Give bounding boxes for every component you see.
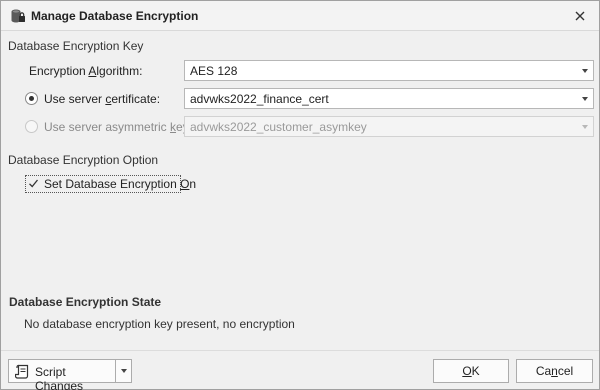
- set-encryption-on-checkbox[interactable]: Set Database Encryption On: [25, 175, 196, 193]
- encryption-state-title: Database Encryption State: [9, 295, 162, 309]
- encryption-state-text: No database encryption key present, no e…: [24, 317, 295, 331]
- footer-divider: [1, 350, 599, 351]
- server-certificate-radio[interactable]: [25, 92, 38, 105]
- close-button[interactable]: [569, 6, 591, 26]
- server-certificate-combo[interactable]: advwks2022_finance_cert: [184, 88, 594, 109]
- server-asymmetric-key-value: advwks2022_customer_asymkey: [190, 120, 367, 134]
- close-icon: [575, 11, 585, 21]
- set-encryption-on-label: Set Database Encryption On: [44, 177, 197, 191]
- encryption-key-section-label: Database Encryption Key: [8, 39, 144, 53]
- server-asymmetric-key-radio[interactable]: [25, 120, 38, 133]
- chevron-down-icon: [120, 369, 127, 373]
- script-document-icon: [15, 364, 29, 379]
- chevron-down-icon: [582, 125, 588, 129]
- chevron-down-icon: [582, 97, 588, 101]
- ok-button[interactable]: OK: [433, 359, 509, 383]
- cancel-button[interactable]: Cancel: [516, 359, 593, 383]
- server-certificate-value: advwks2022_finance_cert: [190, 92, 329, 106]
- ok-label: OK: [462, 364, 480, 378]
- encryption-algorithm-value: AES 128: [190, 64, 238, 78]
- encryption-option-section-label: Database Encryption Option: [8, 153, 159, 167]
- radio-selected-dot: [29, 96, 34, 101]
- cancel-label: Cancel: [535, 364, 574, 378]
- script-changes-dropdown-button[interactable]: [115, 359, 132, 383]
- server-asymmetric-key-combo[interactable]: advwks2022_customer_asymkey: [184, 116, 594, 137]
- checkmark-icon: [29, 179, 39, 188]
- script-changes-label: Script Changes: [35, 365, 84, 390]
- dialog-title: Manage Database Encryption: [31, 9, 199, 23]
- title-bar: Manage Database Encryption: [1, 1, 599, 31]
- server-certificate-label: Use server certificate:: [44, 92, 161, 106]
- server-asymmetric-key-label: Use server asymmetric key:: [44, 120, 192, 134]
- encryption-algorithm-label: Encryption Algorithm:: [29, 64, 143, 78]
- chevron-down-icon: [582, 69, 588, 73]
- manage-database-encryption-dialog: Manage Database Encryption Database Encr…: [0, 0, 600, 390]
- encryption-algorithm-combo[interactable]: AES 128: [184, 60, 594, 81]
- script-changes-button[interactable]: Script Changes: [8, 359, 116, 390]
- database-lock-icon: [11, 9, 25, 23]
